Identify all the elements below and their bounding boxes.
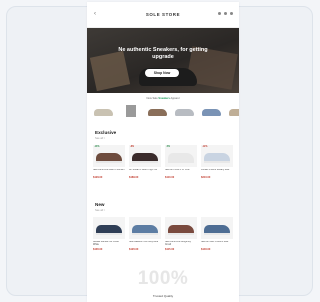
bag-icon[interactable] <box>230 12 233 15</box>
product-name: New Balance 550 Navy Blue <box>129 241 159 243</box>
exclusive-see-all[interactable]: See all > <box>95 137 105 140</box>
product-card[interactable]: New Balance 550 Navy Blue $120.00 <box>129 217 161 251</box>
product-card[interactable]: Nike Air Max 1 Denim Blue $140.00 <box>201 217 233 251</box>
product-price: $210.00 <box>201 176 211 179</box>
top-bar: ‹ SOLE STORE <box>87 2 239 28</box>
discount-badge: -8% <box>130 146 135 148</box>
product-card[interactable]: -10% Nike Dunk Low Retro Premium $129.00 <box>93 145 125 179</box>
hero-banner[interactable]: Ne authentic Sneakers, for getting upgra… <box>87 28 239 93</box>
sneaker-sole <box>96 233 122 235</box>
product-name: Air Jordan 1 Retro High OG <box>129 169 158 171</box>
hero-title: Ne authentic Sneakers, for getting upgra… <box>118 47 208 60</box>
new-see-all[interactable]: See all > <box>95 209 105 212</box>
discount-badge: -5% <box>166 146 171 148</box>
sneaker-image <box>148 109 167 116</box>
product-price: $100.00 <box>93 248 103 251</box>
search-icon[interactable] <box>218 12 221 15</box>
product-name: Jordan 4 Retro Military Blue <box>201 169 230 171</box>
product-price: $129.00 <box>93 176 103 179</box>
sneaker-sole <box>204 233 230 235</box>
product-card[interactable]: -8% Air Jordan 1 Retro High OG $189.00 <box>129 145 161 179</box>
sneaker-sole <box>96 161 122 163</box>
sneaker-sole <box>132 233 158 235</box>
product-image <box>201 217 233 239</box>
product-price: $110.00 <box>165 176 175 179</box>
back-icon[interactable]: ‹ <box>94 11 96 17</box>
product-card[interactable]: Nike Dunk Low Burgundy Crush $115.00 <box>165 217 197 251</box>
category-thumb[interactable] <box>120 104 141 118</box>
sneaker-image <box>175 109 194 116</box>
sneaker-image <box>229 109 239 116</box>
product-image: -8% <box>129 145 161 167</box>
product-image <box>93 217 125 239</box>
product-name: Nike Dunk Low Retro Premium <box>93 169 125 171</box>
phone-screen: ‹ SOLE STORE Ne authentic Sneakers, for … <box>87 2 239 302</box>
sneaker-sole <box>168 161 194 163</box>
product-card[interactable]: -5% Nike Air Force 1 07 Low $110.00 <box>165 145 197 179</box>
product-name: Nike Air Max 1 Denim Blue <box>201 241 229 243</box>
sneaker-sole <box>204 161 230 163</box>
discount-badge: -10% <box>94 146 100 148</box>
product-card[interactable]: -12% Jordan 4 Retro Military Blue $210.00 <box>201 145 233 179</box>
category-row: New Sale Sneakers Apparel <box>87 96 239 126</box>
category-tabs[interactable]: New Sale Sneakers Apparel <box>87 97 239 100</box>
product-price: $120.00 <box>129 248 139 251</box>
product-image: -5% <box>165 145 197 167</box>
product-name: Nike Air Force 1 07 Low <box>165 169 190 171</box>
product-price: $115.00 <box>165 248 175 251</box>
product-price: $189.00 <box>129 176 139 179</box>
new-title: New <box>95 202 105 207</box>
product-name: Adidas Samba OG Cloud White <box>93 241 119 246</box>
category-thumb[interactable] <box>147 104 168 118</box>
sneaker-image <box>202 109 221 116</box>
product-price: $140.00 <box>201 248 211 251</box>
product-image <box>129 217 161 239</box>
tshirt-image <box>126 105 136 117</box>
category-thumb[interactable] <box>228 104 239 118</box>
exclusive-title: Exclusive <box>95 130 117 135</box>
new-grid: Adidas Samba OG Cloud White $100.00 New Ba… <box>93 217 233 251</box>
category-thumbnails <box>93 104 239 118</box>
quality-label: Trusted Quality <box>152 294 174 298</box>
product-card[interactable]: Adidas Samba OG Cloud White $100.00 <box>93 217 125 251</box>
category-thumb[interactable] <box>174 104 195 118</box>
sneaker-image <box>94 109 113 116</box>
category-thumb[interactable] <box>201 104 222 118</box>
tab-sneakers: Sneakers <box>158 97 170 100</box>
percent-watermark: 100% <box>137 268 189 289</box>
exclusive-grid: -10% Nike Dunk Low Retro Premium $129.00 -8… <box>93 145 233 179</box>
product-image <box>165 217 197 239</box>
heart-icon[interactable] <box>224 12 227 15</box>
header-icons <box>218 12 233 15</box>
product-image: -12% <box>201 145 233 167</box>
product-image: -10% <box>93 145 125 167</box>
discount-badge: -12% <box>202 146 208 148</box>
sneaker-sole <box>132 161 158 163</box>
category-thumb[interactable] <box>93 104 114 118</box>
sneaker-sole <box>168 233 194 235</box>
store-brand[interactable]: SOLE STORE <box>146 12 180 17</box>
product-name: Nike Dunk Low Burgundy Crush <box>165 241 191 246</box>
shop-now-button[interactable]: Shop Now <box>145 69 179 77</box>
